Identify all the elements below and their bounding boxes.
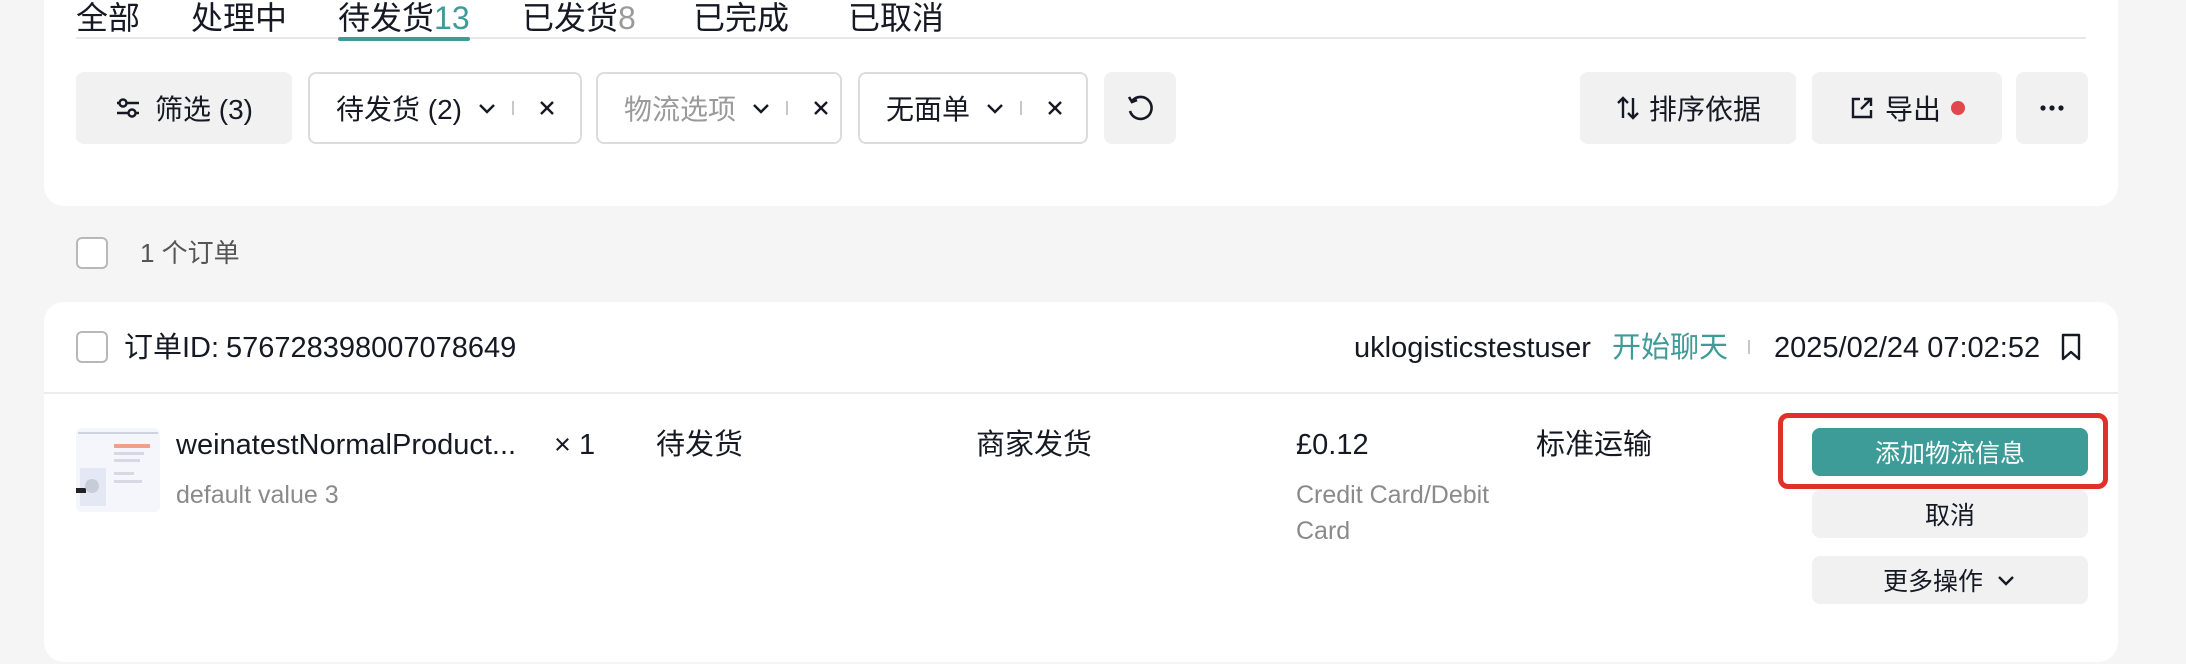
tab-completed[interactable]: 已完成: [693, 0, 789, 39]
filter-button[interactable]: 筛选 (3): [76, 72, 292, 144]
waybill-filter-chip[interactable]: 无面单: [858, 72, 1088, 144]
order-id-label: 订单ID:: [124, 332, 220, 364]
order-price: £0.12: [1296, 429, 1369, 461]
tab-cancelled[interactable]: 已取消: [848, 0, 944, 39]
filter-card: 全部 处理中 待发货13 已发货8 已完成 已取消 筛选 (3) 待发货 (2)…: [44, 0, 2118, 206]
export-label: 导出: [1884, 94, 1941, 125]
tab-to-ship-count: 13: [434, 0, 470, 36]
fulfillment-type: 商家发货: [976, 429, 1093, 461]
more-options-button[interactable]: [2016, 72, 2088, 144]
status-filter-chip[interactable]: 待发货 (2): [308, 72, 582, 144]
chip-divider: [512, 101, 515, 115]
header-divider: [1748, 340, 1750, 354]
close-icon[interactable]: [536, 97, 558, 119]
shipping-method: 标准运输: [1536, 429, 1653, 461]
reset-filters-button[interactable]: [1104, 72, 1176, 144]
filter-label: 筛选 (3): [154, 94, 253, 125]
ellipsis-icon: [2040, 105, 2064, 111]
notification-dot: [1951, 101, 1965, 115]
product-quantity: × 1: [554, 429, 596, 461]
tab-all[interactable]: 全部: [76, 0, 140, 39]
order-date: 2025/02/24 07:02:52: [1774, 332, 2041, 364]
order-checkbox[interactable]: [76, 331, 108, 363]
product-thumbnail: [76, 428, 160, 512]
tab-to-ship[interactable]: 待发货13: [338, 0, 470, 41]
sort-label: 排序依据: [1648, 94, 1761, 125]
external-link-icon: [1851, 97, 1873, 119]
logistics-filter-chip[interactable]: 物流选项: [596, 72, 842, 144]
tab-processing[interactable]: 处理中: [191, 0, 287, 39]
bookmark-icon[interactable]: [2060, 332, 2082, 362]
more-actions-button[interactable]: 更多操作: [1812, 556, 2088, 604]
tab-shipped[interactable]: 已发货8: [522, 0, 636, 39]
select-all-checkbox[interactable]: [76, 237, 108, 269]
more-actions-label: 更多操作: [1882, 568, 1983, 596]
chip-divider: [786, 101, 789, 115]
order-id: 576728398007078649: [226, 332, 517, 364]
status-filter-label: 待发货 (2): [336, 94, 463, 125]
chevron-down-icon: [479, 104, 495, 114]
sort-button[interactable]: 排序依据: [1580, 72, 1796, 144]
tab-shipped-count: 8: [618, 0, 636, 36]
add-logistics-button[interactable]: 添加物流信息: [1812, 428, 2088, 476]
export-button[interactable]: 导出: [1812, 72, 2002, 144]
logistics-filter-placeholder: 物流选项: [624, 94, 737, 125]
cancel-order-button[interactable]: 取消: [1812, 490, 2088, 538]
chevron-down-icon: [987, 104, 1003, 114]
status-tabs: 全部 处理中 待发货13 已发货8 已完成 已取消: [76, 0, 2086, 41]
product-variant: default value 3: [176, 481, 339, 509]
payment-method-line1: Credit Card/Debit: [1296, 481, 1490, 509]
start-chat-link[interactable]: 开始聊天: [1612, 331, 1728, 365]
reset-icon: [1127, 95, 1153, 121]
order-count-text: 1 个订单: [140, 238, 240, 268]
chip-divider: [1020, 101, 1023, 115]
filter-sliders-icon: [116, 98, 139, 118]
close-icon[interactable]: [810, 97, 832, 119]
chevron-down-icon: [1998, 576, 2014, 586]
order-card: 订单ID: 576728398007078649 uklogisticstest…: [44, 302, 2118, 662]
payment-method-line2: Card: [1296, 517, 1351, 545]
order-header: 订单ID: 576728398007078649 uklogisticstest…: [44, 302, 2118, 394]
sort-arrows-icon: [1617, 96, 1639, 120]
buyer-name: uklogisticstestuser: [1354, 332, 1591, 364]
waybill-filter-label: 无面单: [886, 94, 971, 125]
chevron-down-icon: [753, 104, 769, 114]
order-status: 待发货: [656, 429, 744, 461]
close-icon[interactable]: [1044, 97, 1066, 119]
product-name[interactable]: weinatestNormalProduct...: [176, 428, 516, 462]
